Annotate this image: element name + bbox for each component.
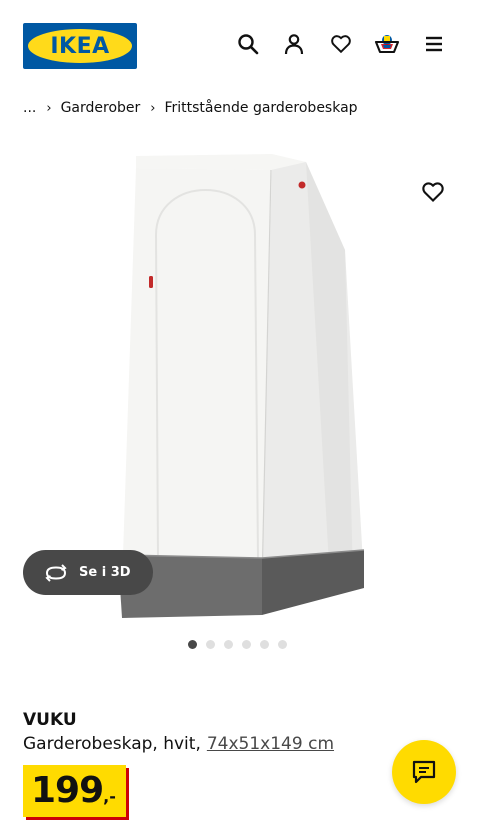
search-icon[interactable] [234, 30, 262, 58]
chat-icon [412, 760, 436, 784]
breadcrumb-ellipsis[interactable]: ... [23, 100, 36, 116]
price-suffix: ,- [103, 787, 116, 806]
gallery-dot[interactable] [188, 640, 197, 649]
rotate-3d-icon [43, 563, 69, 582]
view-3d-button[interactable]: Se i 3D [23, 550, 153, 595]
breadcrumb: ... › Garderober › Frittstående garderob… [23, 97, 358, 119]
favorite-heart-icon[interactable] [419, 178, 447, 206]
gallery-dot[interactable] [224, 640, 233, 649]
gallery-dot[interactable] [242, 640, 251, 649]
product-name: VUKU [23, 710, 77, 730]
gallery-pagination [188, 640, 287, 649]
gallery-dot[interactable] [206, 640, 215, 649]
product-description-text: Garderobeskap, hvit, [23, 734, 201, 754]
account-icon[interactable] [280, 30, 308, 58]
chevron-right-icon: › [150, 100, 156, 116]
chat-button[interactable] [392, 740, 456, 804]
product-description: Garderobeskap, hvit, 74x51x149 cm [23, 734, 334, 754]
chevron-right-icon: › [46, 100, 52, 116]
header: IKEA [0, 0, 480, 95]
breadcrumb-item-garderober[interactable]: Garderober [61, 100, 141, 116]
logo-text: IKEA [50, 33, 110, 59]
breadcrumb-item-frittstaende[interactable]: Frittstående garderobeskap [164, 100, 357, 116]
price-tag: 199 ,- [23, 765, 126, 817]
menu-icon[interactable] [420, 30, 448, 58]
view-3d-label: Se i 3D [79, 565, 131, 580]
gallery-dot[interactable] [278, 640, 287, 649]
heart-icon[interactable] [327, 30, 355, 58]
ikea-logo[interactable]: IKEA [23, 23, 137, 69]
product-dimensions-link[interactable]: 74x51x149 cm [207, 734, 334, 754]
cart-icon[interactable] [373, 30, 401, 58]
price-amount: 199 [31, 770, 104, 811]
gallery-dot[interactable] [260, 640, 269, 649]
